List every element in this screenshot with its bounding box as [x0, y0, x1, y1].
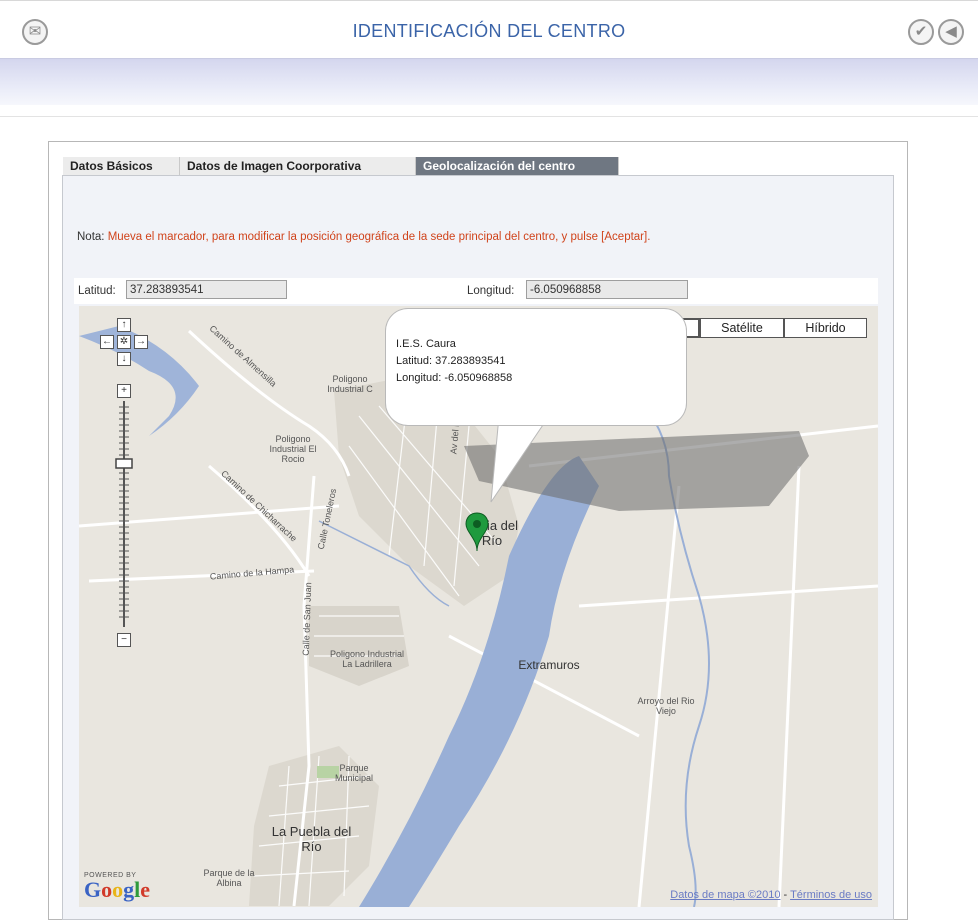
tab-geolocalizacion[interactable]: Geolocalización del centro — [416, 157, 619, 175]
terms-separator: - — [780, 889, 791, 901]
zoom-out-button[interactable]: − — [117, 633, 131, 647]
marker-popup: I.E.S. Caura Latitud: 37.283893541 Longi… — [386, 309, 686, 425]
check-icon[interactable]: ✔ — [908, 19, 934, 45]
header-bar: ✉ IDENTIFICACIÓN DEL CENTRO ✔ ◀ — [0, 0, 978, 59]
popup-lng: Longitud: -6.050968858 — [396, 372, 513, 384]
lat-label: Latitud: — [78, 285, 116, 297]
map-attribution: Datos de mapa ©2010 - Términos de uso — [670, 889, 872, 901]
map-label-la-puebla: La Puebla del Río — [271, 824, 352, 854]
header-band — [0, 58, 978, 105]
lng-field[interactable]: -6.050968858 — [526, 280, 688, 299]
pan-left-button[interactable]: ← — [100, 335, 114, 349]
divider — [0, 116, 978, 117]
zoom-in-button[interactable]: + — [117, 384, 131, 398]
map-type-satelite[interactable]: Satélite — [700, 318, 784, 338]
arrow-left-icon[interactable]: ◀ — [938, 19, 964, 45]
map-label-poligono-rocio: Poligono Industrial El Rocio — [269, 434, 317, 464]
location-marker-icon[interactable] — [465, 511, 489, 553]
pan-right-button[interactable]: → — [134, 335, 148, 349]
map-label-albina: Parque de la Albina — [203, 868, 255, 888]
map-label-poligono-industrial: Poligono Industrial C — [327, 374, 373, 394]
popup-title: I.E.S. Caura — [396, 338, 456, 350]
map-label-extramuros: Extramuros — [518, 658, 580, 672]
map-type-hibrido[interactable]: Híbrido — [784, 318, 867, 338]
map-data-link[interactable]: Datos de mapa ©2010 — [670, 889, 780, 901]
tab-imagen-corporativa[interactable]: Datos de Imagen Coorporativa — [180, 157, 416, 175]
popup-lat: Latitud: 37.283893541 — [396, 355, 506, 367]
google-logo[interactable]: POWERED BY Google — [84, 872, 150, 901]
map-view[interactable]: Camino de Almensilla Poligono Industrial… — [79, 306, 878, 907]
note-text: Nota: Mueva el marcador, para modificar … — [77, 231, 650, 243]
popup-tail — [490, 416, 550, 503]
pan-up-button[interactable]: ↑ — [117, 318, 131, 332]
pan-center-button[interactable]: ✲ — [117, 335, 131, 349]
zoom-slider-thumb[interactable] — [115, 458, 133, 469]
note-message: Mueva el marcador, para modificar la pos… — [107, 231, 651, 243]
lng-label: Longitud: — [467, 285, 515, 297]
terms-of-use-link[interactable]: Términos de uso — [790, 889, 872, 901]
tab-datos-basicos[interactable]: Datos Básicos — [63, 157, 180, 175]
google-wordmark: Google — [84, 877, 151, 902]
page-title: IDENTIFICACIÓN DEL CENTRO — [352, 21, 626, 41]
note-label: Nota: — [77, 231, 108, 243]
map-label-ladrillera: Poligono Industrial La Ladrillera — [329, 649, 405, 669]
pan-down-button[interactable]: ↓ — [117, 352, 131, 366]
lat-field[interactable]: 37.283893541 — [126, 280, 287, 299]
zoom-slider[interactable] — [115, 401, 133, 627]
map-label-arroyo: Arroyo del Rio Viejo — [637, 696, 695, 716]
map-label-parque-municipal: Parque Municipal — [334, 763, 374, 783]
